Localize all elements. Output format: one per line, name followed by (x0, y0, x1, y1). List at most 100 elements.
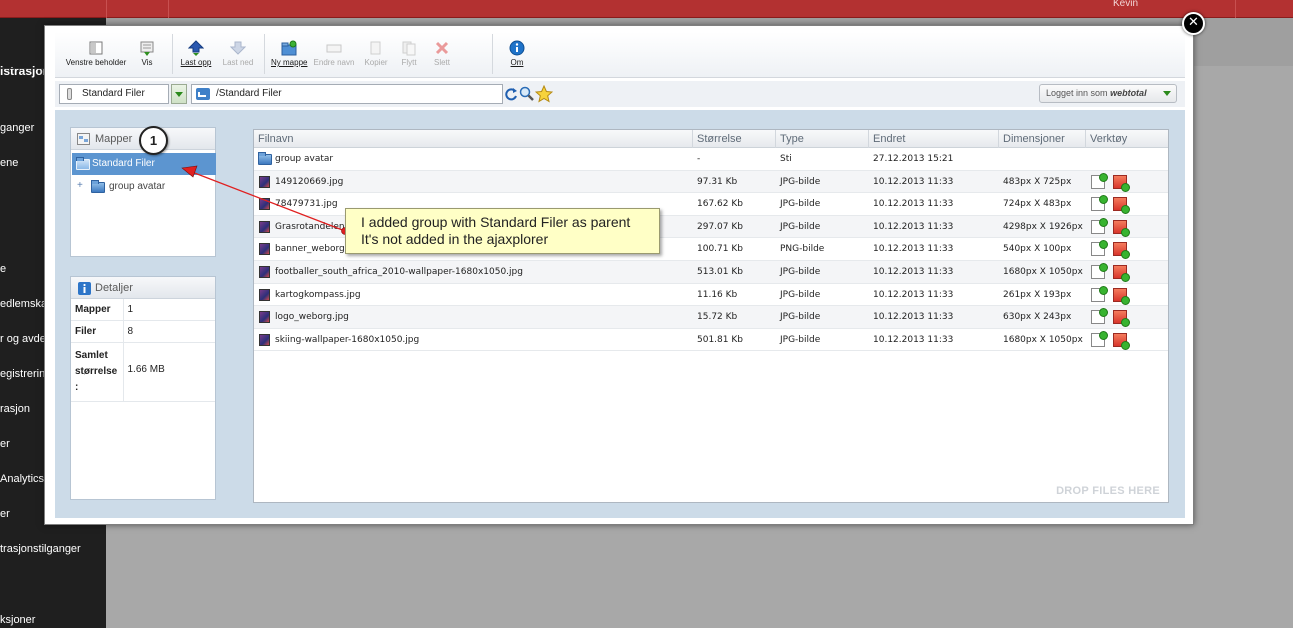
column-header-type[interactable]: Type (776, 130, 869, 148)
tree-expand-icon[interactable]: + (77, 180, 83, 191)
image-tool-icon[interactable] (1113, 197, 1130, 215)
drop-files-hint: DROP FILES HERE (1056, 485, 1160, 497)
file-cell-dimensions: 4298px X 1926px (1003, 221, 1083, 232)
file-row[interactable]: skiing-wallpaper-1680x1050.jpg 501.81 Kb J… (254, 329, 1168, 352)
toolbar-button-view[interactable]: Vis (137, 36, 157, 76)
toolbar-separator (492, 34, 493, 74)
file-cell-size: 297.07 Kb (697, 221, 743, 232)
download-icon (229, 40, 247, 56)
details-panel: Detaljer Mapper 1 Filer 8 Samlet størrel… (70, 276, 216, 500)
info-icon (509, 40, 525, 56)
file-cell-type: PNG-bilde (780, 244, 825, 255)
edit-metadata-icon[interactable] (1091, 263, 1108, 279)
file-row[interactable]: kartogkompass.jpg 11.16 Kb JPG-bilde 10.12.… (254, 284, 1168, 307)
edit-metadata-icon[interactable] (1091, 285, 1108, 302)
file-cell-dimensions: 1680px X 1050px (1003, 267, 1083, 277)
toolbar-button-about[interactable]: Om (505, 36, 529, 76)
image-tool-icon[interactable] (1113, 242, 1130, 260)
file-cell-name: 149120669.jpg (275, 176, 344, 187)
edit-metadata-icon[interactable] (1091, 240, 1108, 257)
annotation-note: I added group with Standard Filer as par… (345, 208, 660, 254)
close-icon[interactable]: ✕ (1182, 12, 1205, 35)
toolbar-separator (172, 34, 173, 74)
repository-dropdown-arrow[interactable] (171, 84, 187, 104)
file-cell-modified: 10.12.2013 11:33 (873, 267, 954, 277)
sidebar-item[interactable]: trasjonstilganger (0, 543, 106, 555)
file-cell-size: 11.16 Kb (697, 289, 738, 300)
file-cell-type: JPG-bilde (780, 176, 821, 187)
toolbar-button-copy[interactable]: Kopier (362, 36, 390, 76)
repository-select[interactable]: Standard Filer (59, 84, 169, 104)
file-row[interactable]: 149120669.jpg 97.31 Kb JPG-bilde 10.12.2013… (254, 170, 1168, 194)
copy-icon (368, 40, 384, 56)
upload-icon (187, 40, 205, 56)
details-table: Mapper 1 Filer 8 Samlet størrelse : 1.66… (71, 299, 215, 402)
file-row[interactable]: group avatar - Sti 27.12.2013 15:21 (254, 148, 1168, 171)
column-header-size[interactable]: Størrelse (693, 130, 776, 148)
toolbar-button-download[interactable]: Last ned (221, 36, 255, 76)
details-panel-header: Detaljer (71, 277, 215, 299)
tree-item-standard-filer[interactable]: Standard Filer (72, 153, 216, 175)
topbar-separator (168, 0, 169, 18)
file-cell-name: kartogkompass.jpg (275, 289, 361, 300)
column-header-tools: Verktøy (1090, 133, 1128, 145)
file-list-header: Filnavn Størrelse Type Endret Dimensjone… (254, 130, 1168, 148)
file-cell-modified: 10.12.2013 11:33 (873, 289, 954, 300)
image-tool-icon[interactable] (1113, 332, 1130, 350)
file-cell-dimensions: 724px X 483px (1003, 199, 1072, 210)
bookmark-star-icon[interactable] (535, 85, 553, 103)
search-icon[interactable] (519, 86, 535, 102)
file-cell-dimensions: 630px X 243px (1003, 312, 1072, 323)
move-icon (401, 40, 417, 56)
image-tool-icon[interactable] (1113, 287, 1130, 305)
image-tool-icon[interactable] (1113, 219, 1130, 237)
rename-icon (326, 40, 342, 56)
refresh-icon[interactable] (504, 87, 518, 101)
user-menu[interactable]: Logget inn som webtotal (1039, 84, 1177, 103)
edit-metadata-icon[interactable] (1091, 330, 1108, 347)
column-header-modified[interactable]: Endret (869, 130, 999, 148)
toolbar-button-delete[interactable]: Slett (429, 36, 455, 76)
file-cell-type: JPG-bilde (780, 267, 821, 277)
sidebar-item[interactable]: ksjoner (0, 614, 106, 626)
file-cell-modified: 27.12.2013 15:21 (873, 154, 954, 164)
column-header-dimensions[interactable]: Dimensjoner (999, 130, 1086, 148)
folders-icon (77, 133, 90, 145)
file-cell-type: Sti (780, 154, 792, 164)
file-cell-name: logo_weborg.jpg (275, 312, 349, 323)
chevron-down-icon (1163, 91, 1171, 96)
background-top-bar: Kevin (0, 0, 1293, 18)
file-cell-type: JPG-bilde (780, 289, 821, 300)
file-cell-type: JPG-bilde (780, 221, 821, 232)
file-cell-dimensions: 1680px X 1050px (1003, 334, 1083, 345)
file-cell-type: JPG-bilde (780, 334, 821, 345)
toolbar-button-upload[interactable]: Last opp (179, 36, 213, 76)
edit-metadata-icon[interactable] (1091, 308, 1108, 325)
toolbar-button-rename[interactable]: Endre navn (313, 36, 355, 76)
topbar-separator (1235, 0, 1236, 18)
edit-metadata-icon[interactable] (1091, 195, 1108, 212)
toolbar: Venstre beholder Vis Last opp Last ned N… (55, 32, 1185, 78)
image-tool-icon[interactable] (1113, 310, 1130, 328)
edit-metadata-icon[interactable] (1091, 217, 1108, 234)
toolbar-button-move[interactable]: Flytt (396, 36, 422, 76)
image-tool-icon[interactable] (1113, 265, 1130, 282)
tree-item-group-avatar[interactable]: group avatar (91, 180, 165, 194)
edit-metadata-icon[interactable] (1091, 172, 1108, 189)
file-cell-name: group avatar (275, 154, 334, 164)
column-header-name[interactable]: Filnavn (254, 130, 693, 148)
toolbar-button-new-folder[interactable]: Ny mappe (271, 36, 307, 76)
file-cell-size: 100.71 Kb (697, 244, 743, 255)
file-cell-dimensions: 261px X 193px (1003, 289, 1072, 300)
file-cell-size: 501.81 Kb (697, 334, 743, 345)
file-row[interactable]: footballer_south_africa_2010-wallpaper-1… (254, 261, 1168, 284)
file-row[interactable]: logo_weborg.jpg 15.72 Kb JPG-bilde 10.12.20… (254, 306, 1168, 329)
folder-icon (91, 180, 105, 193)
new-folder-icon (281, 40, 297, 56)
topbar-user-name[interactable]: Kevin (1113, 0, 1138, 9)
toolbar-button-left-panel[interactable]: Venstre beholder (61, 36, 131, 76)
path-input[interactable]: /Standard Filer (191, 84, 503, 104)
file-cell-modified: 10.12.2013 11:33 (873, 176, 954, 187)
image-tool-icon[interactable] (1113, 174, 1130, 192)
file-cell-type: JPG-bilde (780, 312, 821, 323)
